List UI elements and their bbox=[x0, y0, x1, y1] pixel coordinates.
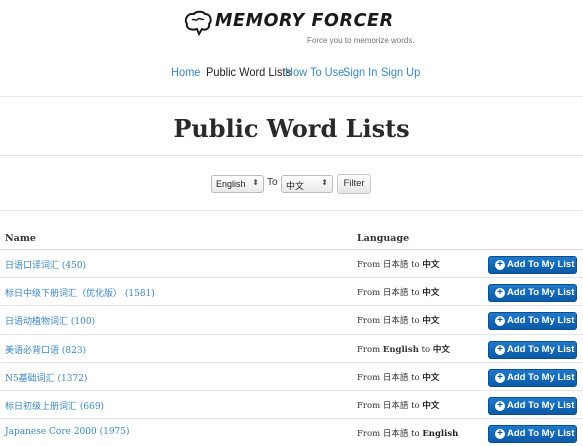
from-language: 日本語 bbox=[382, 316, 409, 327]
add-button-label: Add To My List bbox=[507, 371, 575, 383]
to-language: English bbox=[422, 429, 459, 440]
to-word: to bbox=[411, 288, 420, 299]
language-pair: From English to 中文 bbox=[357, 343, 450, 355]
table-row: 美语必背口语 (823) From English to 中文 + Add To My… bbox=[0, 335, 583, 363]
nav-sign-in[interactable]: Sign In bbox=[343, 65, 377, 79]
to-language-value: 中文 bbox=[286, 181, 305, 191]
add-button-label: Add To My List bbox=[507, 259, 575, 270]
from-language: 日本語 bbox=[382, 429, 409, 440]
page-title: Public Word Lists bbox=[173, 114, 410, 143]
chevron-down-icon: ⬍ bbox=[252, 178, 259, 187]
add-button-label: Add To My List bbox=[507, 428, 575, 440]
title-section: Public Word Lists bbox=[0, 98, 583, 156]
to-word: to bbox=[411, 372, 420, 383]
plus-circle-icon: + bbox=[495, 344, 505, 355]
brain-icon bbox=[184, 10, 212, 36]
add-button-label: Add To My List bbox=[507, 315, 575, 327]
column-header-name: Name bbox=[5, 233, 36, 244]
word-list-link[interactable]: 标日初级上册词汇 (669) bbox=[5, 399, 104, 412]
site-header: MEMORY FORCER Force you to memorize word… bbox=[0, 0, 583, 97]
word-list-link[interactable]: 美语必背口语 (823) bbox=[5, 343, 86, 356]
plus-circle-icon: + bbox=[495, 400, 505, 411]
chevron-down-icon: ⬍ bbox=[321, 178, 328, 187]
table-row: Japanese Core 2000 (1975) From 日本語 to Eng… bbox=[0, 419, 583, 446]
to-language: 中文 bbox=[432, 344, 450, 355]
to-language: 中文 bbox=[422, 288, 440, 299]
brand-tagline: Force you to memorize words. bbox=[307, 36, 415, 45]
add-button-label: Add To My List bbox=[507, 287, 575, 299]
from-language: 日本語 bbox=[382, 372, 409, 383]
nav-home[interactable]: Home bbox=[171, 65, 200, 79]
plus-circle-icon: + bbox=[495, 372, 505, 383]
plus-circle-icon: + bbox=[495, 288, 505, 299]
main-nav: Home Public Word Lists How To Use Sign I… bbox=[0, 65, 583, 85]
language-pair: From 日本語 to 中文 bbox=[357, 286, 439, 298]
add-to-my-list-button[interactable]: + Add To My List bbox=[488, 396, 577, 415]
add-button-label: Add To My List bbox=[507, 399, 575, 411]
to-label: To bbox=[267, 177, 278, 188]
to-language: 中文 bbox=[422, 400, 440, 411]
to-word: to bbox=[421, 344, 431, 355]
word-list-link[interactable]: 日语口译词汇 (450) bbox=[5, 258, 86, 271]
nav-public-word-lists[interactable]: Public Word Lists bbox=[206, 65, 291, 79]
from-word: From bbox=[357, 316, 381, 327]
add-to-my-list-button[interactable]: + Add To My List bbox=[488, 340, 577, 359]
word-list-link[interactable]: 日语动植物词汇 (100) bbox=[5, 314, 95, 327]
plus-circle-icon: + bbox=[495, 429, 505, 440]
plus-circle-icon: + bbox=[495, 316, 505, 327]
from-word: From bbox=[357, 344, 381, 355]
table-header: Name Language bbox=[0, 224, 583, 250]
site-logo[interactable]: MEMORY FORCER Force you to memorize word… bbox=[183, 10, 415, 46]
nav-how-to-use[interactable]: How To Use bbox=[285, 65, 344, 79]
column-header-language: Language bbox=[357, 233, 410, 244]
to-language: 中文 bbox=[422, 260, 440, 270]
to-language: 中文 bbox=[422, 316, 440, 327]
to-word: to bbox=[411, 400, 420, 411]
filter-button[interactable]: Filter bbox=[337, 174, 371, 194]
to-word: to bbox=[411, 316, 420, 327]
plus-circle-icon: + bbox=[495, 260, 505, 270]
from-language: 日本語 bbox=[382, 260, 409, 270]
from-word: From bbox=[357, 288, 381, 299]
from-word: From bbox=[357, 429, 381, 440]
word-lists-table: Name Language 日语口译词汇 (450) From 日本語 to 中文… bbox=[0, 224, 583, 446]
add-to-my-list-button[interactable]: + Add To My List bbox=[488, 368, 577, 387]
table-row: 标日中级下册词汇（优化版） (1581) From 日本語 to 中文 + Add T… bbox=[0, 278, 583, 307]
from-language-select[interactable]: English ⬍ bbox=[211, 175, 264, 193]
table-row: 日语口译词汇 (450) From 日本語 to 中文 + Add To My Lis… bbox=[0, 250, 583, 279]
to-word: to bbox=[411, 429, 420, 440]
from-word: From bbox=[357, 372, 381, 383]
word-list-link[interactable]: Japanese Core 2000 (1975) bbox=[5, 427, 130, 437]
nav-sign-up[interactable]: Sign Up bbox=[381, 65, 420, 79]
language-pair: From 日本語 to 中文 bbox=[357, 314, 439, 326]
from-language: English bbox=[382, 344, 419, 355]
table-row: 标日初级上册词汇 (669) From 日本語 to 中文 + Add To My L… bbox=[0, 391, 583, 420]
add-to-my-list-button[interactable]: + Add To My List bbox=[488, 425, 577, 444]
to-word: to bbox=[411, 260, 420, 270]
add-to-my-list-button[interactable]: + Add To My List bbox=[488, 256, 577, 274]
from-language: 日本語 bbox=[382, 288, 409, 299]
word-list-link[interactable]: 标日中级下册词汇（优化版） (1581) bbox=[5, 286, 155, 299]
language-pair: From 日本語 to 中文 bbox=[357, 258, 439, 270]
to-language-select[interactable]: 中文 ⬍ bbox=[281, 175, 333, 193]
add-button-label: Add To My List bbox=[507, 343, 575, 355]
from-word: From bbox=[357, 400, 381, 411]
language-filter: English ⬍ To 中文 ⬍ Filter bbox=[0, 157, 583, 211]
to-language: 中文 bbox=[422, 372, 440, 383]
from-language-value: English bbox=[216, 179, 246, 189]
word-list-link[interactable]: N5基础词汇 (1372) bbox=[5, 371, 87, 384]
add-to-my-list-button[interactable]: + Add To My List bbox=[488, 284, 577, 303]
table-row: 日语动植物词汇 (100) From 日本語 to 中文 + Add To My Li… bbox=[0, 306, 583, 335]
from-language: 日本語 bbox=[382, 400, 409, 411]
language-pair: From 日本語 to 中文 bbox=[357, 371, 439, 383]
brand-name: MEMORY FORCER bbox=[215, 11, 394, 31]
add-to-my-list-button[interactable]: + Add To My List bbox=[488, 312, 577, 331]
language-pair: From 日本語 to 中文 bbox=[357, 399, 439, 411]
table-row: N5基础词汇 (1372) From 日本語 to 中文 + Add To My Li… bbox=[0, 363, 583, 391]
language-pair: From 日本語 to English bbox=[357, 427, 458, 439]
from-word: From bbox=[357, 260, 381, 270]
